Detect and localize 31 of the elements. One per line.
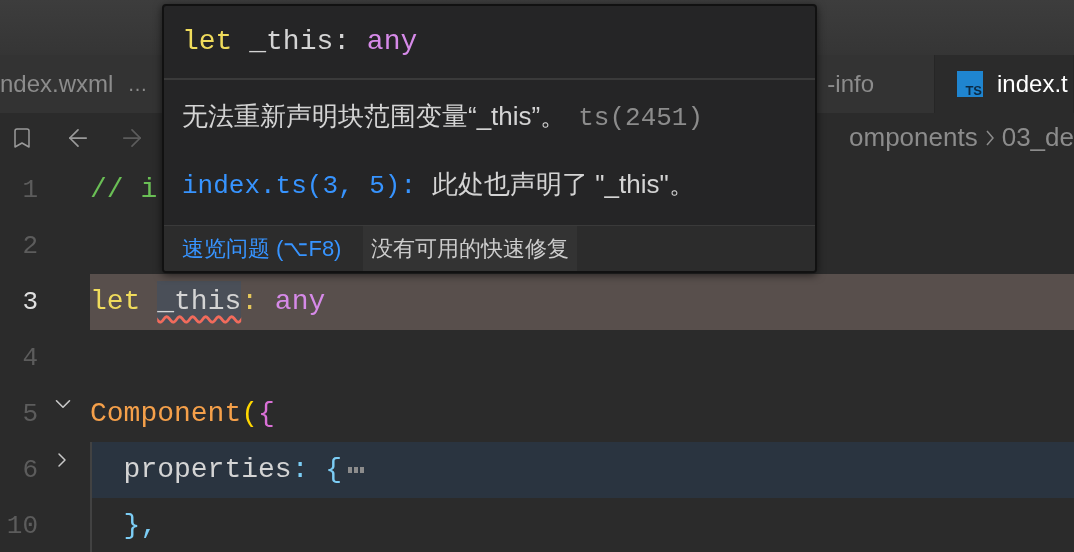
tab-label: -info bbox=[827, 69, 874, 99]
code-token: : { bbox=[291, 453, 343, 487]
related-info-text: 此处也声明了 "_this"。 bbox=[432, 167, 695, 201]
code-token: properties bbox=[122, 453, 292, 487]
editor-tab[interactable]: TS index.t bbox=[935, 55, 1074, 113]
code-token: ( bbox=[241, 397, 259, 431]
code-token: // i bbox=[90, 173, 158, 207]
error-message: 无法重新声明块范围变量“_this”。 bbox=[182, 100, 567, 134]
tab-label: ndex.wxml bbox=[0, 69, 114, 99]
typescript-file-icon: TS bbox=[957, 71, 983, 97]
code-token: _this: bbox=[248, 25, 352, 59]
related-location-link[interactable]: index.ts(3, 5): bbox=[182, 166, 417, 206]
error-code: ts(2451) bbox=[578, 102, 704, 136]
code-token: : bbox=[241, 285, 260, 319]
tab-label: index.t bbox=[997, 69, 1068, 99]
breadcrumb-item[interactable]: 03_de bbox=[1001, 118, 1074, 157]
code-token: any bbox=[274, 285, 326, 319]
breadcrumb-separator-icon bbox=[985, 129, 994, 146]
code-token: }, bbox=[122, 509, 158, 543]
code-token: { bbox=[258, 397, 275, 431]
error-token: _this bbox=[157, 281, 242, 323]
folded-ellipsis-icon[interactable] bbox=[348, 467, 365, 473]
code-token: Component bbox=[90, 397, 242, 431]
breadcrumb-item[interactable]: omponents bbox=[849, 118, 978, 157]
code-token: let bbox=[182, 25, 233, 59]
tab-description: … bbox=[127, 72, 148, 97]
code-token: any bbox=[366, 25, 418, 59]
line-number: 3 bbox=[21, 285, 38, 319]
no-quick-fix-label: 没有可用的快速修复 bbox=[363, 226, 578, 271]
code-token: let bbox=[90, 285, 142, 319]
peek-problem-link[interactable]: 速览问题 (⌥F8) bbox=[182, 226, 342, 271]
